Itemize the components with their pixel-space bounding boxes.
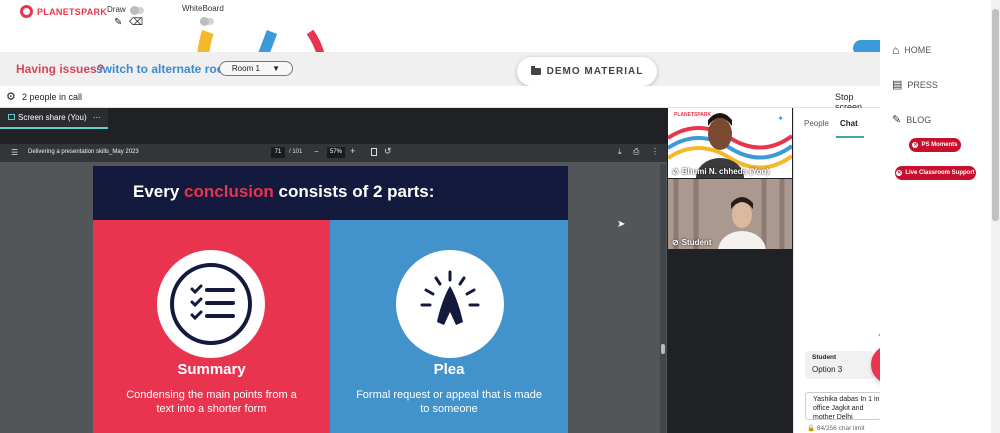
participant-name: ⊘ Bhumi N. chheda (You) xyxy=(672,167,769,176)
ps-moments-button[interactable]: ✕ PS Moments xyxy=(909,138,961,152)
demo-material-button[interactable]: DEMO MATERIAL xyxy=(517,57,657,86)
zoom-input[interactable]: 57% xyxy=(327,147,345,158)
issue-question: Having issues? xyxy=(16,62,105,76)
menu-icon[interactable]: ☰ xyxy=(11,148,18,157)
sparkle-icon: ✦ xyxy=(777,114,784,123)
gear-icon[interactable]: ⚙ xyxy=(6,90,16,103)
checklist-icon xyxy=(170,263,252,345)
whiteboard-toggle[interactable] xyxy=(200,17,214,26)
plea-heading: Plea xyxy=(433,361,465,378)
live-support-label: Live Classroom Support xyxy=(905,170,975,176)
slide-title-start: Every xyxy=(133,182,185,201)
pdf-scroll-thumb[interactable] xyxy=(661,344,665,354)
eraser-icon[interactable]: ⌫ xyxy=(129,17,143,28)
active-tab-indicator xyxy=(836,136,864,138)
participant-tile-teacher[interactable]: PLANETSPARK ✦ ⊘ Bhumi N. chheda (You) xyxy=(668,108,792,178)
slide-header: Every conclusion consists of 2 parts: xyxy=(93,166,568,220)
mouse-cursor-icon: ➤ xyxy=(617,219,626,230)
participant-name: ⊘ Student xyxy=(672,238,711,247)
screen-share-tab[interactable]: Screen share (You) ··· xyxy=(0,108,108,129)
chat-panel: People Chat ◢ Student Option 3 Yashika d… xyxy=(793,108,882,433)
plea-description: Formal request or appeal that is made to… xyxy=(356,389,542,415)
logo-text: PLANETSPARK xyxy=(37,6,108,17)
message-sender: Student xyxy=(812,354,837,361)
ps-moments-label: PS Moments xyxy=(921,142,958,148)
room-select-value: Room 1 xyxy=(231,64,260,73)
pill-dot-icon: ✕ xyxy=(912,142,919,148)
logo-mark-icon xyxy=(20,5,33,18)
call-bar: ⚙ 2 people in call Stop screen xyxy=(0,86,880,112)
zoom-out-icon[interactable]: − xyxy=(314,147,319,156)
participant-name-text: Student xyxy=(681,238,712,247)
participant-tile-student[interactable]: ⊘ Student xyxy=(668,179,792,249)
summary-panel: Summary Condensing the main points from … xyxy=(93,220,330,433)
pen-icon[interactable]: ✎ xyxy=(114,17,122,28)
live-support-button[interactable]: ✕ Live Classroom Support xyxy=(895,166,976,180)
pdf-toolbar: ☰ Delivering a presentation skills_May 2… xyxy=(0,144,667,162)
document-title: Delivering a presentation skills_May 202… xyxy=(28,149,139,155)
nav-press[interactable]: ▤ PRESS xyxy=(892,78,938,91)
download-icon[interactable]: ⤓ xyxy=(618,147,622,157)
monitor-icon xyxy=(8,114,15,120)
slide-title-end: consists of 2 parts: xyxy=(273,182,435,201)
presentation-slide: Every conclusion consists of 2 parts: Su… xyxy=(93,166,568,433)
tile-logo: PLANETSPARK xyxy=(674,112,712,118)
home-icon: ⌂ xyxy=(892,43,900,57)
summary-description: Condensing the main points from a text i… xyxy=(126,389,297,415)
demo-material-label: DEMO MATERIAL xyxy=(546,66,644,77)
lock-icon: 🔒 xyxy=(807,425,816,432)
char-limit-text: 84/256 char limit xyxy=(816,425,865,432)
praying-hands-icon xyxy=(420,270,480,325)
plea-circle xyxy=(396,250,504,358)
pill-dot-icon: ✕ xyxy=(896,170,903,176)
summary-heading: Summary xyxy=(177,361,246,378)
app-root: PLANETSPARK Draw ✎ ⌫ WhiteBoard ✕ Having… xyxy=(0,0,1000,433)
mic-off-icon: ⊘ xyxy=(672,167,679,176)
participant-name-text: Bhumi N. chheda (You) xyxy=(681,167,770,176)
screen-share-tab-label: Screen share (You) xyxy=(18,113,87,122)
room-select[interactable]: Room 1 ▼ xyxy=(219,61,293,76)
chat-message: Student Option 3 xyxy=(805,351,874,379)
caret-down-icon: ▼ xyxy=(272,64,281,73)
page-scroll-thumb[interactable] xyxy=(992,9,999,221)
switch-room-link[interactable]: switch to alternate room xyxy=(96,62,235,76)
plea-panel: Plea Formal request or appeal that is ma… xyxy=(330,220,568,433)
planetspark-logo[interactable]: PLANETSPARK xyxy=(20,5,107,18)
tab-chat[interactable]: Chat xyxy=(840,119,858,128)
page-total: / 101 xyxy=(289,149,303,155)
newspaper-icon: ▤ xyxy=(892,79,903,91)
whiteboard-label: WhiteBoard xyxy=(182,4,224,13)
zoom-in-icon[interactable]: + xyxy=(350,146,355,156)
draw-label: Draw xyxy=(107,5,126,14)
print-icon[interactable]: ⎙ xyxy=(633,147,639,157)
folder-icon xyxy=(530,66,541,75)
people-count: 2 people in call xyxy=(22,92,83,102)
nav-blog[interactable]: ✎ BLOG xyxy=(892,113,931,126)
slide-title-accent: conclusion xyxy=(184,182,274,201)
screen-share-area: Screen share (You) ··· ☰ Delivering a pr… xyxy=(0,108,667,433)
pdf-scrollbar[interactable] xyxy=(660,164,666,433)
mic-off-icon: ⊘ xyxy=(672,238,679,247)
rotate-icon[interactable]: ↺ xyxy=(384,146,392,157)
slide-title: Every conclusion consists of 2 parts: xyxy=(133,182,434,202)
right-nav: ⌂ HOME ▤ PRESS ✎ BLOG ✕ PS Moments ✕ Liv… xyxy=(880,0,991,433)
nav-home-label: HOME xyxy=(904,45,932,55)
message-text: Option 3 xyxy=(812,365,843,374)
fit-page-icon[interactable] xyxy=(371,148,377,156)
top-bar: PLANETSPARK Draw ✎ ⌫ WhiteBoard xyxy=(0,0,880,32)
tab-people[interactable]: People xyxy=(804,119,829,128)
char-limit: 🔒 84/256 char limit xyxy=(807,424,865,432)
nav-home[interactable]: ⌂ HOME xyxy=(892,43,931,57)
nav-press-label: PRESS xyxy=(907,79,938,90)
draw-toggle[interactable] xyxy=(130,6,144,15)
page-number-input[interactable]: 71 xyxy=(271,147,285,158)
more-options-icon[interactable]: ··· xyxy=(93,113,101,122)
chat-input[interactable]: Yashika dabas In 1 in office Jagkit and … xyxy=(805,392,881,420)
issue-bar: Having issues? switch to alternate room … xyxy=(0,52,880,86)
pencil-icon: ✎ xyxy=(892,114,902,126)
nav-blog-label: BLOG xyxy=(906,114,932,125)
checklist-circle xyxy=(157,250,265,358)
kebab-menu-icon[interactable]: ⋮ xyxy=(651,147,659,156)
